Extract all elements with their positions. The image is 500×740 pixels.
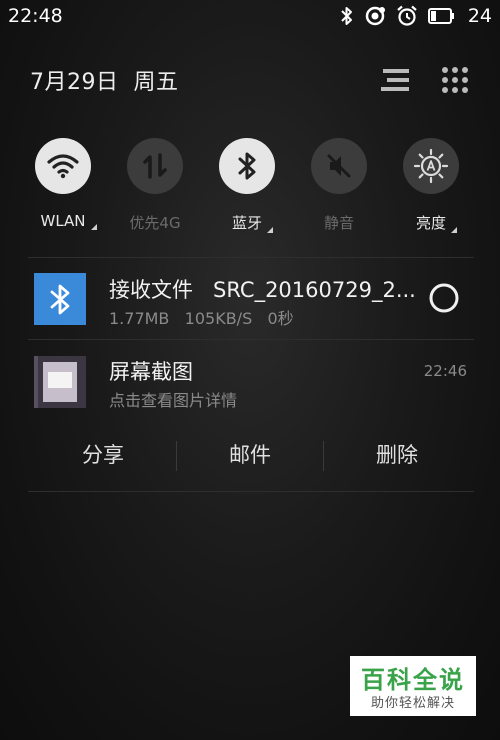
transfer-filename: SRC_20160729_2...: [213, 278, 416, 302]
toggle-wlan[interactable]: WLAN: [17, 138, 109, 230]
quick-toggles: WLAN 优先4G 蓝牙 静音 亮度: [0, 138, 500, 238]
notification-file-transfer[interactable]: 接收文件 SRC_20160729_2... 1.77MB 105KB/S 0秒: [0, 258, 500, 338]
thumbnail-dialog: [48, 372, 72, 388]
toggle-4g[interactable]: 优先4G: [109, 138, 201, 233]
grid-menu-button[interactable]: [437, 62, 473, 98]
toggle-bluetooth-circle[interactable]: [219, 138, 275, 194]
watermark-subtitle: 助你轻松解决: [370, 696, 455, 711]
toggle-mute[interactable]: 静音: [293, 138, 385, 233]
list-settings-button[interactable]: [377, 62, 413, 98]
progress-spinner-icon: [429, 283, 459, 313]
toggle-wlan-circle[interactable]: [35, 138, 91, 194]
screenshot-title: 屏幕截图: [109, 360, 193, 384]
divider: [28, 491, 474, 492]
brightness-icon: [413, 148, 449, 184]
toggle-brightness-text: 亮度: [415, 214, 446, 232]
toggle-wlan-label: WLAN: [40, 212, 97, 230]
alarm-icon: [397, 5, 417, 26]
data-sync-icon: [365, 6, 385, 26]
mobile-data-icon: [143, 153, 167, 179]
battery-icon: [427, 8, 454, 24]
toggle-bluetooth[interactable]: 蓝牙: [201, 138, 293, 233]
email-button[interactable]: 邮件: [177, 436, 323, 474]
watermark-logo: 百科全说 助你轻松解决: [350, 656, 476, 716]
notification-bluetooth-icon: [34, 273, 86, 325]
status-time: 22:48: [8, 5, 63, 27]
transfer-speed: 105KB/S: [184, 309, 253, 328]
watermark-title: 百科全说: [361, 666, 465, 694]
screenshot-time: 22:46: [423, 362, 467, 380]
status-icons: 24: [340, 5, 492, 27]
date-value: 7月29日: [30, 70, 119, 95]
bluetooth-icon: [341, 7, 352, 25]
toggle-4g-circle[interactable]: [127, 138, 183, 194]
toggle-bluetooth-text: 蓝牙: [231, 214, 262, 232]
mute-icon: [327, 154, 351, 178]
battery-level: 24: [467, 5, 492, 27]
expand-indicator-icon: [90, 224, 97, 230]
wifi-icon: [47, 154, 79, 179]
bluetooth-icon: [50, 284, 70, 315]
delete-button[interactable]: 删除: [324, 436, 470, 474]
toggle-4g-label: 优先4G: [129, 214, 181, 232]
toggle-wlan-text: WLAN: [40, 212, 86, 230]
toggle-brightness[interactable]: 亮度: [385, 138, 477, 233]
list-settings-icon: [381, 69, 409, 91]
screenshot-subtitle: 点击查看图片详情: [109, 391, 238, 410]
transfer-size: 1.77MB: [109, 309, 170, 328]
transfer-details: 1.77MB 105KB/S 0秒: [109, 305, 294, 329]
transfer-title: 接收文件 SRC_20160729_2...: [109, 274, 416, 304]
status-bar: 22:48 24: [0, 0, 500, 34]
toggle-brightness-circle[interactable]: [403, 138, 459, 194]
transfer-title-text: 接收文件: [109, 278, 193, 302]
toggle-mute-label: 静音: [323, 214, 354, 232]
thumbnail-stripe: [34, 356, 38, 408]
screenshot-thumbnail: [34, 356, 86, 408]
bluetooth-icon: [238, 152, 256, 180]
panel-header: 7月29日 周五: [0, 56, 500, 104]
share-button[interactable]: 分享: [30, 436, 176, 474]
transfer-elapsed: 0秒: [267, 309, 294, 328]
date-label: 7月29日 周五: [30, 64, 179, 96]
toggle-brightness-label: 亮度: [415, 212, 457, 233]
expand-indicator-icon: [267, 227, 273, 233]
screenshot-actions: 分享 邮件 删除: [30, 436, 470, 474]
grid-menu-icon: [442, 67, 468, 93]
weekday-value: 周五: [133, 70, 179, 95]
toggle-mute-circle[interactable]: [311, 138, 367, 194]
toggle-bluetooth-label: 蓝牙: [231, 212, 273, 233]
expand-indicator-icon: [451, 227, 457, 233]
